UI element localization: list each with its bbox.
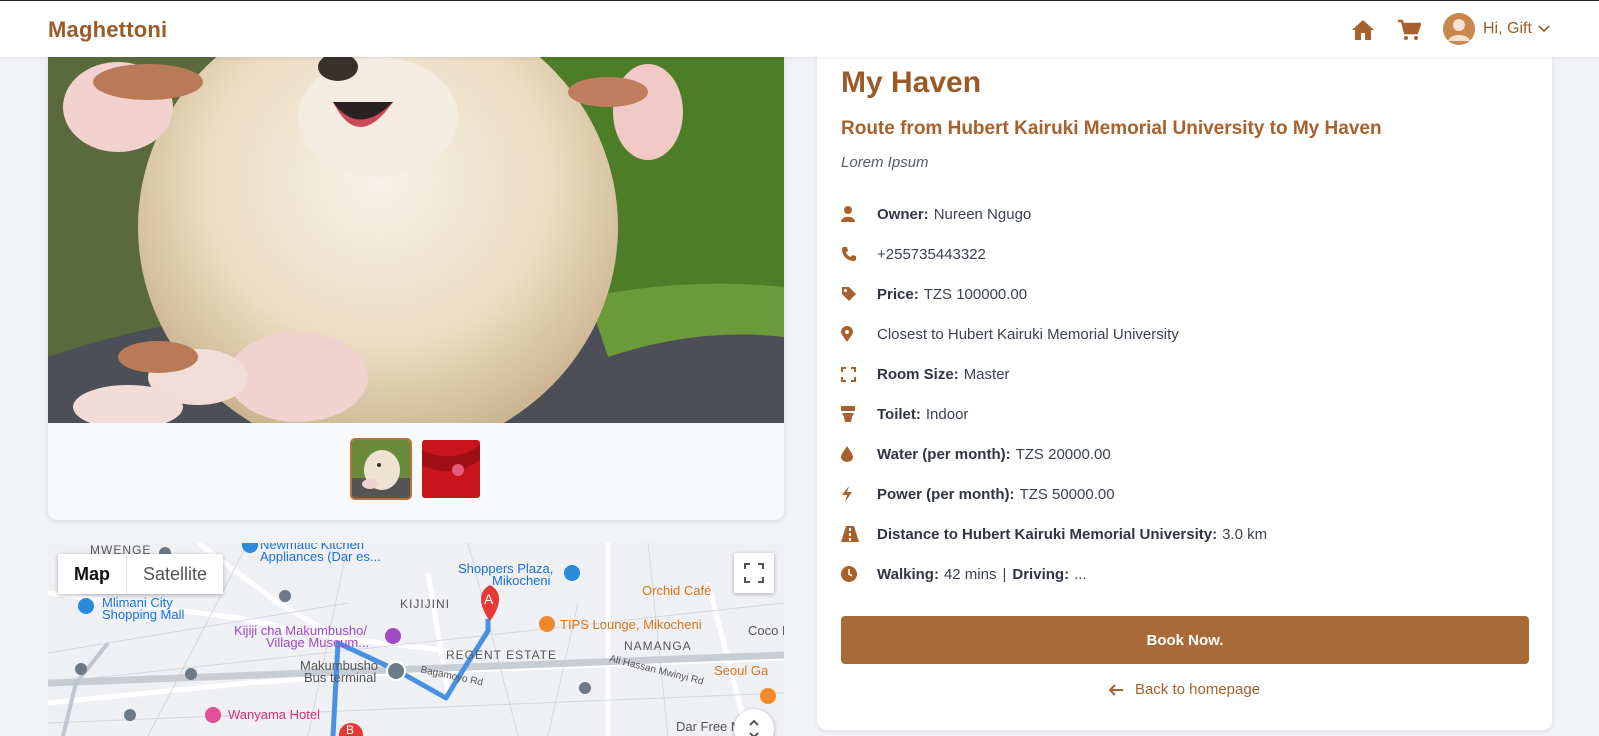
user-greeting: Hi, Gift bbox=[1483, 20, 1532, 37]
detail-closest: Closest to Hubert Kairuki Memorial Unive… bbox=[841, 314, 1521, 354]
fullscreen-button[interactable] bbox=[734, 553, 774, 593]
detail-label: Room Size: bbox=[877, 365, 959, 383]
detail-label: Water (per month): bbox=[877, 445, 1011, 463]
detail-value: TZS 100000.00 bbox=[923, 285, 1028, 303]
cart-icon[interactable] bbox=[1394, 15, 1424, 45]
marker-a[interactable]: A bbox=[484, 591, 493, 607]
thumbnail-red-fabric[interactable] bbox=[420, 438, 482, 500]
detail-label: Walking: bbox=[877, 565, 939, 583]
fullscreen-icon bbox=[744, 563, 764, 583]
detail-value: 3.0 km bbox=[1222, 525, 1268, 543]
listing-description: Lorem Ipsum bbox=[841, 154, 929, 171]
detail-list: Owner: Nureen Ngugo +255735443322 Price:… bbox=[841, 194, 1521, 594]
location-pin-icon bbox=[841, 326, 877, 342]
water-drop-icon bbox=[841, 446, 877, 462]
detail-room-size: Room Size: Master bbox=[841, 354, 1521, 394]
detail-value: TZS 50000.00 bbox=[1019, 485, 1115, 503]
expand-icon bbox=[841, 366, 877, 382]
thumbnail-strip bbox=[48, 438, 784, 500]
detail-price: Price: TZS 100000.00 bbox=[841, 274, 1521, 314]
map-label: Coco Be bbox=[748, 623, 784, 638]
back-link-label: Back to homepage bbox=[1134, 681, 1261, 698]
detail-toilet: Toilet: Indoor bbox=[841, 394, 1521, 434]
user-menu[interactable]: Hi, Gift bbox=[1443, 13, 1550, 45]
map-type-control: Map Satellite bbox=[58, 554, 224, 594]
detail-value: ... bbox=[1074, 565, 1087, 583]
map-type-map-button[interactable]: Map bbox=[58, 554, 127, 594]
detail-value: 42 mins bbox=[943, 565, 997, 583]
detail-label: Toilet: bbox=[877, 405, 921, 423]
back-to-homepage-link[interactable]: Back to homepage bbox=[817, 681, 1552, 698]
main-photo[interactable] bbox=[48, 57, 784, 423]
detail-power: Power (per month): TZS 50000.00 bbox=[841, 474, 1521, 514]
map-label: Shopping Mall bbox=[102, 607, 185, 622]
detail-owner: Owner: Nureen Ngugo bbox=[841, 194, 1521, 234]
tag-icon bbox=[841, 286, 877, 302]
map-label: Seoul Ga bbox=[714, 663, 769, 678]
listing-title: My Haven bbox=[841, 66, 982, 99]
pan-icon bbox=[749, 719, 759, 736]
detail-value: Nureen Ngugo bbox=[933, 205, 1032, 223]
gallery-card bbox=[48, 40, 784, 520]
map-label: KIJIJINI bbox=[400, 597, 451, 611]
bolt-icon bbox=[841, 486, 877, 502]
home-icon[interactable] bbox=[1348, 15, 1378, 45]
navbar: Maghettoni Hi, Gift bbox=[0, 0, 1599, 57]
map-label: Mikocheni bbox=[492, 573, 551, 588]
route-map[interactable]: MWENGE Newmatic Kitchen Appliances (Dar … bbox=[48, 543, 784, 736]
detail-water: Water (per month): TZS 20000.00 bbox=[841, 434, 1521, 474]
map-label: Appliances (Dar es... bbox=[260, 549, 381, 564]
detail-value: +255735443322 bbox=[877, 245, 986, 263]
detail-travel-time: Walking: 42 mins | Driving: ... bbox=[841, 554, 1521, 594]
detail-label: Driving: bbox=[1012, 565, 1070, 583]
thumbnail-dog-puppies[interactable] bbox=[350, 438, 412, 500]
clock-icon bbox=[841, 566, 877, 582]
detail-distance: Distance to Hubert Kairuki Memorial Univ… bbox=[841, 514, 1521, 554]
map-type-satellite-button[interactable]: Satellite bbox=[127, 554, 223, 594]
map-label: NAMANGA bbox=[624, 639, 692, 653]
map-label: Dar Free M bbox=[676, 719, 742, 734]
detail-value: Closest to Hubert Kairuki Memorial Unive… bbox=[877, 325, 1179, 343]
map-label: TIPS Lounge, Mikocheni bbox=[560, 617, 702, 632]
detail-label: Owner: bbox=[877, 205, 929, 223]
separator: | bbox=[1002, 565, 1007, 583]
marker-b[interactable]: B bbox=[346, 723, 354, 736]
road-icon bbox=[841, 526, 877, 542]
detail-value: TZS 20000.00 bbox=[1015, 445, 1111, 463]
owner-icon bbox=[841, 206, 877, 222]
user-avatar-icon bbox=[1443, 13, 1475, 45]
phone-icon bbox=[841, 246, 877, 262]
map-label: Wanyama Hotel bbox=[228, 707, 320, 722]
brand-logo[interactable]: Maghettoni bbox=[48, 17, 167, 43]
book-now-button[interactable]: Book Now. bbox=[841, 616, 1529, 664]
detail-label: Price: bbox=[877, 285, 919, 303]
arrow-left-icon bbox=[1108, 683, 1123, 696]
map-label: Village Museum... bbox=[266, 635, 370, 650]
map-label: Bus terminal bbox=[304, 670, 377, 685]
map-label: Orchid Café bbox=[642, 583, 712, 598]
detail-label: Distance to Hubert Kairuki Memorial Univ… bbox=[877, 525, 1218, 543]
map-label: REGENT ESTATE bbox=[446, 648, 558, 662]
route-title: Route from Hubert Kairuki Memorial Unive… bbox=[841, 118, 1382, 139]
toilet-icon bbox=[841, 406, 877, 422]
chevron-down-icon bbox=[1538, 20, 1550, 38]
detail-label: Power (per month): bbox=[877, 485, 1015, 503]
detail-value: Indoor bbox=[925, 405, 969, 423]
detail-value: Master bbox=[963, 365, 1010, 383]
listing-details-card: My Haven Route from Hubert Kairuki Memor… bbox=[817, 40, 1552, 730]
detail-phone: +255735443322 bbox=[841, 234, 1521, 274]
